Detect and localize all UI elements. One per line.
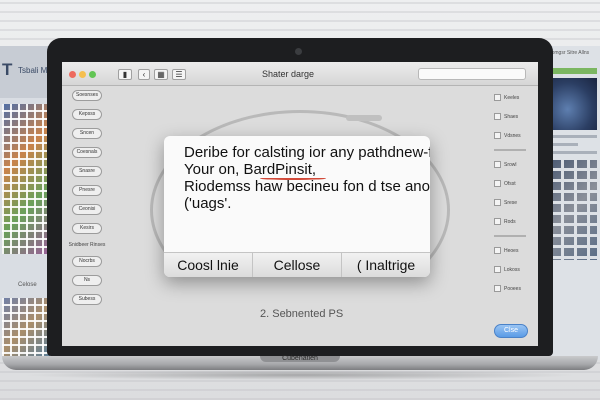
background-window-left-subtitle: Tsbali M	[18, 66, 48, 75]
option-row[interactable]: Pooees	[494, 283, 534, 294]
dialog-button-center[interactable]: Cellose	[253, 253, 342, 277]
sidebar-button[interactable]: Kesirs	[72, 223, 102, 234]
checkbox[interactable]	[494, 247, 501, 254]
option-row[interactable]: Srowl	[494, 159, 534, 170]
list-view-icon[interactable]: ☰	[172, 69, 186, 80]
sidebar-button[interactable]: Ceonisi	[72, 204, 102, 215]
option-label: Ofsst	[504, 180, 516, 187]
option-label: Shaes	[504, 113, 519, 120]
background-text-line	[548, 135, 597, 138]
search-input[interactable]	[418, 68, 526, 80]
dialog-message-line: Riodemss haw becineu fon d tse anomt	[184, 178, 430, 195]
checkbox[interactable]	[494, 285, 501, 292]
slider[interactable]	[494, 235, 526, 237]
slider[interactable]	[494, 149, 526, 151]
dialog-button-right[interactable]: ( Inaltrige	[342, 253, 430, 277]
sidebar-button[interactable]: Ns	[72, 275, 102, 286]
option-label: Keeles	[504, 94, 520, 101]
option-row[interactable]: Heoes	[494, 245, 534, 256]
back-icon[interactable]: ‹	[138, 69, 150, 80]
background-window-right-title: Uomgsr Sitre Allns	[548, 50, 590, 56]
option-label: Srowl	[504, 161, 517, 168]
option-row[interactable]: Rods	[494, 216, 534, 227]
checkbox[interactable]	[494, 266, 501, 273]
sidebar-button[interactable]: Sncen	[72, 128, 102, 139]
sidebar-group-label: Snidbeer Rinses	[68, 242, 106, 248]
done-button[interactable]: Clse	[494, 324, 528, 338]
dialog-message-line: ('uags'.	[184, 195, 232, 212]
option-row[interactable]: Keeles	[494, 92, 534, 103]
background-window-left-label: Celose	[18, 282, 37, 288]
dialog-button-bar: Coosl lnie Cellose ( Inaltrige	[164, 252, 430, 277]
checkbox[interactable]	[494, 132, 501, 139]
dialog-button-left[interactable]: Coosl lnie	[164, 253, 253, 277]
dialog-message-line: Your on, BardPinsit,	[184, 161, 317, 178]
spellcheck-underline	[260, 177, 326, 180]
minimize-window-button[interactable]	[79, 71, 86, 78]
option-label: Lokoss	[504, 266, 520, 273]
canvas-caption: 2. Sebnented PS	[260, 308, 344, 320]
alert-dialog: Deribe for calsting ior any pathdnew-fio…	[164, 136, 430, 277]
sidebar-button[interactable]: Subess	[72, 294, 102, 305]
laptop-screen: ▮ ‹ ▦ ☰ Shater darge Soesnses Kepsss Snc…	[62, 62, 538, 346]
laptop-shadow	[20, 370, 580, 380]
checkbox[interactable]	[494, 161, 501, 168]
checkbox[interactable]	[494, 94, 501, 101]
sidebar-button[interactable]: Snasre	[72, 166, 102, 177]
sidebar-button[interactable]: Nocrbs	[72, 256, 102, 267]
background-photo	[548, 78, 597, 130]
checkbox[interactable]	[494, 180, 501, 187]
background-thumbnail-grid-lower	[2, 298, 52, 356]
close-window-button[interactable]	[69, 71, 76, 78]
background-thumbnail-grid	[2, 104, 52, 254]
option-label: Srese	[504, 199, 518, 206]
dialog-message-line: Deribe for calsting ior any pathdnew-fio…	[184, 144, 430, 161]
right-sidebar: Keeles Shaes Vdsnes Srowl Ofsst Srese Ro…	[494, 92, 534, 342]
left-sidebar: Soesnses Kepsss Sncen Coesnals Snasre Pn…	[68, 90, 106, 336]
canvas-handle[interactable]	[346, 115, 382, 121]
option-row[interactable]: Vdsnes	[494, 130, 534, 141]
option-label: Pooees	[504, 285, 521, 292]
sidebar-button[interactable]: Kepsss	[72, 109, 102, 120]
option-row[interactable]: Shaes	[494, 111, 534, 122]
laptop-label: Cubenatien	[282, 355, 318, 362]
option-row[interactable]: Srese	[494, 197, 534, 208]
option-label: Rods	[504, 218, 516, 225]
sidebar-button[interactable]: Pnesre	[72, 185, 102, 196]
window-title: Shater darge	[262, 69, 315, 79]
option-label: Vdsnes	[504, 132, 521, 139]
sidebar-toggle-icon[interactable]: ▮	[118, 69, 132, 80]
checkbox[interactable]	[494, 218, 501, 225]
camera-icon	[295, 48, 302, 55]
option-label: Heoes	[504, 247, 519, 254]
checkbox[interactable]	[494, 113, 501, 120]
option-row[interactable]: Lokoss	[494, 264, 534, 275]
checkbox[interactable]	[494, 199, 501, 206]
background-window-left-title: T	[2, 60, 13, 79]
option-row[interactable]: Ofsst	[494, 178, 534, 189]
background-progress-bar	[548, 68, 597, 74]
sidebar-button[interactable]: Coesnals	[72, 147, 102, 158]
zoom-window-button[interactable]	[89, 71, 96, 78]
window-titlebar: ▮ ‹ ▦ ☰ Shater darge	[62, 62, 538, 86]
grid-view-icon[interactable]: ▦	[154, 69, 168, 80]
sidebar-button[interactable]: Soesnses	[72, 90, 102, 101]
background-text-line	[548, 151, 597, 154]
background-thumbnail-grid	[548, 160, 597, 260]
